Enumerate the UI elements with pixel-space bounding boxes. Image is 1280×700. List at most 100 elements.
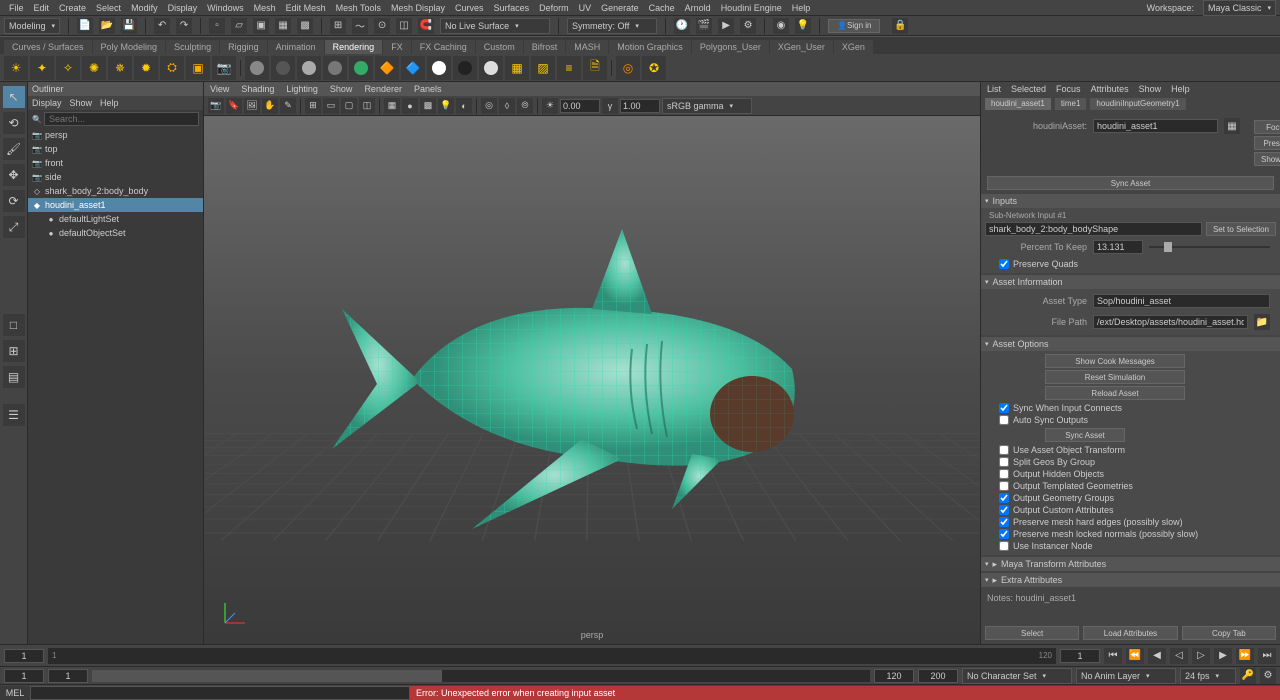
view-menu-shading[interactable]: Shading bbox=[241, 84, 274, 94]
shelf-sphere2-icon[interactable] bbox=[271, 56, 295, 80]
view-menu-renderer[interactable]: Renderer bbox=[364, 84, 402, 94]
grid-toggle-icon[interactable]: ⊞ bbox=[305, 98, 321, 114]
shelf-render-settings-icon[interactable]: ⛭ bbox=[160, 56, 184, 80]
copy-tab-button[interactable]: Copy Tab bbox=[1182, 626, 1276, 640]
resolution-gate-icon[interactable]: ▢ bbox=[341, 98, 357, 114]
opt-checkbox[interactable] bbox=[999, 457, 1009, 467]
gate-mask-icon[interactable]: ◫ bbox=[359, 98, 375, 114]
shadows-icon[interactable]: ◐ bbox=[456, 98, 472, 114]
view-menu-show[interactable]: Show bbox=[330, 84, 353, 94]
maya-transform-header[interactable]: ▸ Maya Transform Attributes bbox=[981, 557, 1280, 571]
shark-mesh[interactable] bbox=[322, 189, 862, 549]
inputs-section-header[interactable]: Inputs bbox=[981, 194, 1280, 208]
range-end-outer[interactable] bbox=[918, 669, 958, 683]
opt-checkbox[interactable] bbox=[999, 493, 1009, 503]
shelf-render-sequence-icon[interactable]: 🔶 bbox=[375, 56, 399, 80]
shelf-texture-icon[interactable]: ▦ bbox=[505, 56, 529, 80]
next-key-icon[interactable]: ▶ bbox=[1214, 648, 1232, 664]
current-frame-input[interactable] bbox=[4, 649, 44, 663]
shelf-checker-icon[interactable]: ▨ bbox=[531, 56, 555, 80]
attr-menu-list[interactable]: List bbox=[987, 84, 1001, 94]
film-gate-icon[interactable]: ▭ bbox=[323, 98, 339, 114]
shelf-render-view-icon[interactable]: ▣ bbox=[186, 56, 210, 80]
show-button[interactable]: Show bbox=[1254, 152, 1280, 166]
range-slider[interactable] bbox=[92, 670, 870, 682]
ipr-icon[interactable]: ▶ bbox=[718, 18, 734, 34]
camera-select-icon[interactable]: 📷 bbox=[208, 98, 224, 114]
prefs-icon[interactable]: ⚙ bbox=[1260, 668, 1276, 684]
load-attributes-button[interactable]: Load Attributes bbox=[1083, 626, 1177, 640]
snap-plane-icon[interactable]: ◫ bbox=[396, 18, 412, 34]
opt-checkbox[interactable] bbox=[999, 505, 1009, 515]
live-surface-dropdown[interactable]: No Live Surface bbox=[440, 18, 550, 34]
shelf-material-icon[interactable]: ✪ bbox=[642, 56, 666, 80]
undo-icon[interactable]: ↶ bbox=[154, 18, 170, 34]
shelf-tab-curves[interactable]: Curves / Surfaces bbox=[4, 40, 92, 54]
shelf-light-spot-icon[interactable]: ☀ bbox=[4, 56, 28, 80]
use-lights-icon[interactable]: 💡 bbox=[438, 98, 454, 114]
shelf-hypershade-icon[interactable]: ◎ bbox=[616, 56, 640, 80]
gamma-input[interactable] bbox=[620, 99, 660, 113]
outliner-item-4[interactable]: ◇shark_body_2:body_body bbox=[28, 184, 203, 198]
light-editor-icon[interactable]: 💡 bbox=[795, 18, 811, 34]
grease-pencil-icon[interactable]: ✎ bbox=[280, 98, 296, 114]
asset-node-icon[interactable]: ▦ bbox=[1224, 118, 1240, 134]
outliner-item-1[interactable]: 📷top bbox=[28, 142, 203, 156]
opt-checkbox[interactable] bbox=[999, 403, 1009, 413]
shelf-sphere-white-icon[interactable] bbox=[427, 56, 451, 80]
shelf-tab-xgen[interactable]: XGen bbox=[834, 40, 873, 54]
shelf-tab-fxcache[interactable]: FX Caching bbox=[412, 40, 475, 54]
select-vertex-icon[interactable]: ▫ bbox=[209, 18, 225, 34]
attr-menu-attributes[interactable]: Attributes bbox=[1091, 84, 1129, 94]
shelf-tab-bifrost[interactable]: Bifrost bbox=[524, 40, 566, 54]
opt-checkbox[interactable] bbox=[999, 415, 1009, 425]
snap-point-icon[interactable]: ⊙ bbox=[374, 18, 390, 34]
assettype-input[interactable] bbox=[1093, 294, 1270, 308]
menu-edit[interactable]: Edit bbox=[29, 3, 55, 13]
outliner-toggle-icon[interactable]: ☰ bbox=[3, 404, 25, 426]
move-tool-icon[interactable]: ✥ bbox=[3, 164, 25, 186]
animlayer-dropdown[interactable]: No Anim Layer bbox=[1076, 668, 1176, 684]
menu-mesh-tools[interactable]: Mesh Tools bbox=[331, 3, 386, 13]
step-forward-icon[interactable]: ⏩ bbox=[1236, 648, 1254, 664]
bookmark-icon[interactable]: 🔖 bbox=[226, 98, 242, 114]
attr-tab-inputgeo[interactable]: houdiniInputGeometry1 bbox=[1090, 98, 1185, 110]
menu-surfaces[interactable]: Surfaces bbox=[489, 3, 535, 13]
shelf-sphere-gray-icon[interactable] bbox=[479, 56, 503, 80]
exposure-input[interactable] bbox=[560, 99, 600, 113]
lock-icon[interactable]: 🔒 bbox=[892, 18, 908, 34]
shelf-light-ambient-icon[interactable]: ✹ bbox=[134, 56, 158, 80]
opt-checkbox[interactable] bbox=[999, 481, 1009, 491]
step-back-icon[interactable]: ⏪ bbox=[1126, 648, 1144, 664]
menu-create[interactable]: Create bbox=[54, 3, 91, 13]
menu-modify[interactable]: Modify bbox=[126, 3, 163, 13]
shelf-light-volume-icon[interactable]: ✵ bbox=[108, 56, 132, 80]
opt-checkbox[interactable] bbox=[999, 529, 1009, 539]
render-icon[interactable]: 🎬 bbox=[696, 18, 712, 34]
outliner-menu-show[interactable]: Show bbox=[70, 98, 93, 108]
menu-cache[interactable]: Cache bbox=[644, 3, 680, 13]
opts-section-header[interactable]: Asset Options bbox=[981, 337, 1280, 351]
shelf-tab-custom[interactable]: Custom bbox=[476, 40, 523, 54]
range-start-outer[interactable] bbox=[4, 669, 44, 683]
folder-icon[interactable]: 📁 bbox=[1254, 314, 1270, 330]
command-input[interactable] bbox=[30, 686, 410, 700]
shelf-tab-poly[interactable]: Poly Modeling bbox=[93, 40, 166, 54]
select-edge-icon[interactable]: ▱ bbox=[231, 18, 247, 34]
hypershade-icon[interactable]: ◉ bbox=[773, 18, 789, 34]
select-object-icon[interactable]: ▦ bbox=[275, 18, 291, 34]
outliner-item-5[interactable]: ◆houdini_asset1 bbox=[28, 198, 203, 212]
xray-joints-icon[interactable]: ⦾ bbox=[517, 98, 533, 114]
menu-mesh-display[interactable]: Mesh Display bbox=[386, 3, 450, 13]
attr-menu-help[interactable]: Help bbox=[1171, 84, 1190, 94]
houdini-asset-input[interactable] bbox=[1093, 119, 1218, 133]
shelf-file-icon[interactable]: 🗎 bbox=[583, 56, 607, 80]
shelf-tab-polyuser[interactable]: Polygons_User bbox=[692, 40, 769, 54]
construction-history-icon[interactable]: 🕐 bbox=[674, 18, 690, 34]
autokey-icon[interactable]: 🔑 bbox=[1240, 668, 1256, 684]
xray-icon[interactable]: ◊ bbox=[499, 98, 515, 114]
shelf-sphere-black-icon[interactable] bbox=[453, 56, 477, 80]
sync-asset-button-2[interactable]: Sync Asset bbox=[1045, 428, 1125, 442]
range-end-inner[interactable] bbox=[874, 669, 914, 683]
attr-menu-show[interactable]: Show bbox=[1139, 84, 1162, 94]
